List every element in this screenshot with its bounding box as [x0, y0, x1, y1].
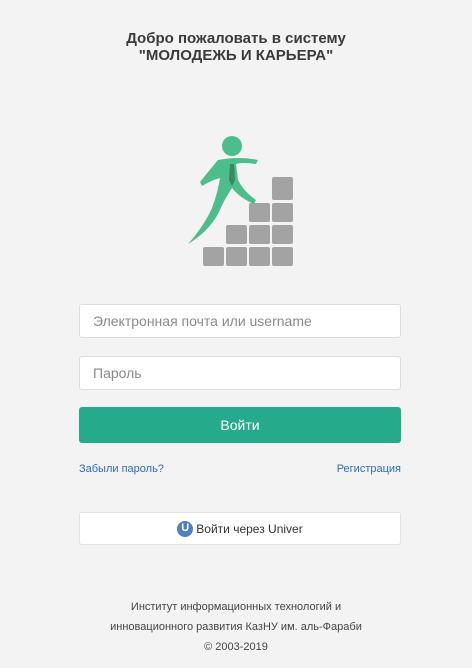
footer: Институт информационных технологий и инн…	[0, 597, 472, 657]
login-page: Добро пожаловать в систему "МОЛОДЕЖЬ И К…	[0, 0, 472, 668]
univer-login-label: Войти через Univer	[196, 521, 303, 536]
footer-line-2: инновационного развития КазНУ им. аль-Фа…	[110, 621, 362, 633]
footer-line-1: Институт информационных технологий и	[130, 601, 342, 613]
univer-login-button[interactable]: U Войти через Univer	[79, 512, 401, 545]
page-title: Добро пожаловать в систему "МОЛОДЕЖЬ И К…	[0, 30, 472, 64]
univer-u-icon: U	[177, 520, 194, 537]
email-username-input[interactable]	[79, 304, 401, 338]
login-button[interactable]: Войти	[79, 407, 401, 443]
footer-copyright: © 2003-2019	[204, 641, 268, 653]
person-icon	[188, 136, 258, 244]
password-input[interactable]	[79, 356, 401, 390]
register-link[interactable]: Регистрация	[337, 462, 401, 476]
page-title-line-1: Добро пожаловать в систему	[126, 30, 346, 47]
person-climbing-blocks-logo	[188, 136, 293, 266]
blocks-icon	[203, 177, 293, 266]
forgot-password-link[interactable]: Забыли пароль?	[79, 462, 164, 476]
page-title-line-2: "МОЛОДЕЖЬ И КАРЬЕРА"	[138, 47, 334, 64]
